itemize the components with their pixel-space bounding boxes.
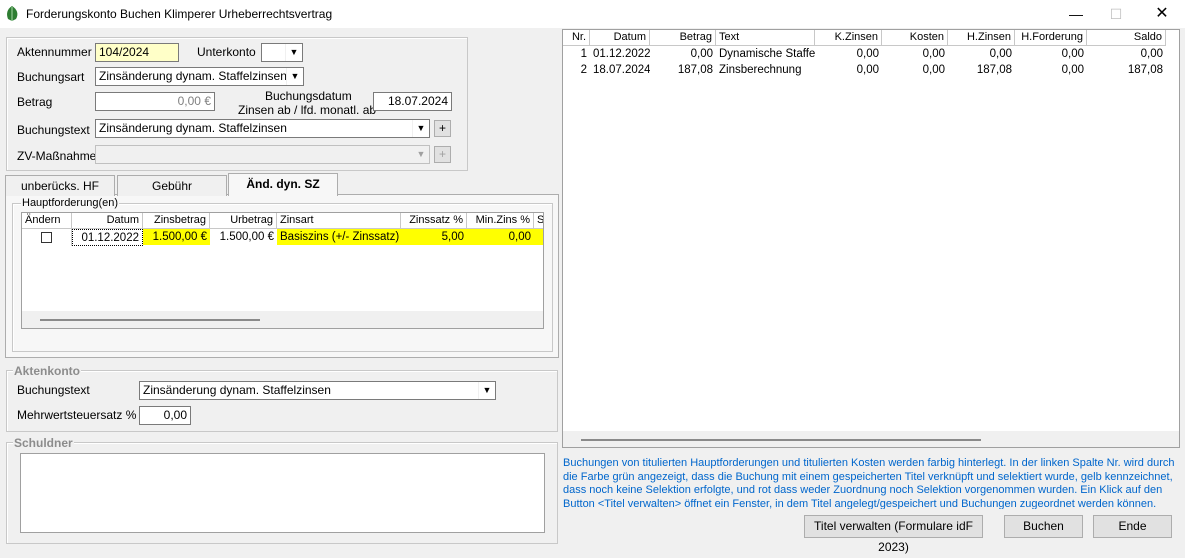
kosten-cell: 0,00 — [922, 48, 945, 60]
column-header[interactable]: H.Forderung — [1015, 30, 1087, 46]
zv-massnahme-label: ZV-Maßnahme — [17, 149, 97, 163]
kosten-cell: 0,00 — [922, 64, 945, 76]
zinsen-ab-label: Zinsen ab / lfd. monatl. ab — [238, 103, 377, 117]
close-button[interactable]: ✕ — [1139, 0, 1185, 28]
ende-button[interactable]: Ende — [1093, 515, 1172, 538]
scrollbar-thumb[interactable] — [40, 319, 260, 321]
betrag-field[interactable]: 0,00 € — [95, 92, 215, 111]
nr-cell: 1 — [580, 48, 587, 60]
buchen-button[interactable]: Buchen — [1004, 515, 1083, 538]
column-header[interactable]: Min.Zins % — [467, 213, 534, 229]
column-header[interactable]: Zinssatz % — [401, 213, 467, 229]
chevron-down-icon[interactable]: ▼ — [412, 146, 429, 163]
saldo-cell: 187,08 — [1127, 64, 1163, 76]
tab-aend-dyn-sz[interactable]: Änd. dyn. SZ — [228, 173, 338, 196]
aktennummer-label: Aktennummer — [17, 45, 92, 59]
table-row[interactable]: 01.12.2022 1.500,00 € 1.500,00 € Basiszi… — [22, 229, 543, 246]
text-cell: Dynamische Staffelz — [719, 48, 815, 60]
maximize-button[interactable]: ☐ — [1093, 0, 1139, 28]
aendern-checkbox[interactable] — [41, 232, 52, 243]
chevron-down-icon[interactable]: ▼ — [286, 68, 303, 85]
chevron-down-icon[interactable]: ▼ — [478, 382, 495, 399]
app-leaf-icon — [7, 6, 18, 21]
s-cell[interactable] — [534, 229, 543, 245]
add-buchungstext-button[interactable]: + — [434, 120, 451, 137]
kzinsen-cell: 0,00 — [856, 64, 879, 76]
table-row[interactable]: 1 01.12.2022 0,00 Dynamische Staffelz 0,… — [563, 46, 1166, 62]
column-header[interactable]: Nr. — [563, 30, 590, 46]
column-header[interactable]: Kosten — [882, 30, 948, 46]
hauptforderung-table: Ändern Datum Zinsbetrag Urbetrag Zinsart… — [21, 212, 544, 329]
table-row[interactable]: 2 18.07.2024 187,08 Zinsberechnung 0,00 … — [563, 62, 1166, 78]
zinssatz-cell[interactable]: 5,00 — [401, 229, 467, 245]
add-zv-button[interactable]: + — [434, 146, 451, 163]
title-bar: Forderungskonto Buchen Klimperer Urheber… — [0, 0, 1185, 28]
buchungsart-label: Buchungsart — [17, 70, 85, 84]
column-header[interactable]: Urbetrag — [210, 213, 277, 229]
hauptforderung-legend: Hauptforderung(en) — [21, 197, 120, 209]
column-header[interactable]: Saldo — [1087, 30, 1166, 46]
zinsart-cell[interactable]: Basiszins (+/- Zinssatz) — [277, 229, 401, 245]
window-title: Forderungskonto Buchen Klimperer Urheber… — [26, 7, 333, 21]
mwst-field[interactable]: 0,00 — [139, 406, 191, 425]
aktenkonto-buchungstext-value: Zinsänderung dynam. Staffelzinsen — [143, 383, 331, 397]
buchungsart-select[interactable]: Zinsänderung dynam. Staffelzinsen ▼ — [95, 67, 304, 86]
zinsbetrag-cell[interactable]: 1.500,00 € — [143, 229, 210, 245]
column-header[interactable]: Datum — [590, 30, 650, 46]
chevron-down-icon[interactable]: ▼ — [285, 44, 302, 61]
aktenkonto-legend: Aktenkonto — [13, 364, 81, 378]
chevron-down-icon[interactable]: ▼ — [412, 120, 429, 137]
unterkonto-select[interactable]: ▼ — [261, 43, 303, 62]
aktenkonto-buchungstext-select[interactable]: Zinsänderung dynam. Staffelzinsen ▼ — [139, 381, 496, 400]
aktenkonto-buchungstext-label: Buchungstext — [17, 383, 90, 397]
hzinsen-cell: 0,00 — [989, 48, 1012, 60]
zv-massnahme-select[interactable]: ▼ — [95, 145, 430, 164]
buchungsart-value: Zinsänderung dynam. Staffelzinsen — [99, 69, 287, 83]
hforderung-cell: 0,00 — [1061, 64, 1084, 76]
saldo-cell: 0,00 — [1140, 48, 1163, 60]
tab-unberuecks-hf[interactable]: unberücks. HF — [5, 175, 115, 196]
column-header[interactable]: H.Zinsen — [948, 30, 1015, 46]
kzinsen-cell: 0,00 — [856, 48, 879, 60]
column-header[interactable]: K.Zinsen — [815, 30, 882, 46]
minzins-cell[interactable]: 0,00 — [467, 229, 534, 245]
datum-cell[interactable]: 01.12.2022 — [72, 229, 143, 246]
datum-cell: 18.07.2024 — [593, 64, 650, 76]
column-header[interactable]: Text — [716, 30, 815, 46]
aktenkonto-group — [6, 370, 558, 432]
betrag-label: Betrag — [17, 95, 53, 109]
nr-cell: 2 — [580, 64, 587, 76]
buchungstext-select[interactable]: Zinsänderung dynam. Staffelzinsen ▼ — [95, 119, 430, 138]
aendern-cell[interactable] — [22, 229, 72, 246]
info-text: Buchungen von titulierten Hauptforderung… — [563, 457, 1175, 509]
mwst-label: Mehrwertsteuersatz % — [17, 408, 137, 422]
datum-cell: 01.12.2022 — [593, 48, 650, 60]
column-header[interactable]: S — [534, 213, 543, 229]
horizontal-scrollbar[interactable] — [22, 311, 543, 328]
bookings-table: Nr. Datum Betrag Text K.Zinsen Kosten H.… — [562, 29, 1180, 448]
urbetrag-cell[interactable]: 1.500,00 € — [210, 229, 277, 245]
column-header[interactable]: Betrag — [650, 30, 716, 46]
buchungstext-label: Buchungstext — [17, 123, 90, 137]
buchungsdatum-label: Buchungsdatum — [265, 89, 352, 103]
aktennummer-field[interactable]: 104/2024 — [95, 43, 179, 62]
betrag-cell: 0,00 — [690, 48, 713, 60]
column-header[interactable]: Datum — [72, 213, 143, 229]
scrollbar-thumb[interactable] — [581, 439, 981, 441]
tab-gebuehr[interactable]: Gebühr — [117, 175, 227, 196]
horizontal-scrollbar[interactable] — [563, 431, 1179, 447]
hforderung-cell: 0,00 — [1061, 48, 1084, 60]
buchungstext-value: Zinsänderung dynam. Staffelzinsen — [99, 121, 287, 135]
column-header[interactable]: Zinsbetrag — [143, 213, 210, 229]
betrag-cell: 187,08 — [677, 64, 713, 76]
buchungsdatum-field[interactable]: 18.07.2024 — [373, 92, 452, 111]
unterkonto-label: Unterkonto — [197, 45, 256, 59]
hzinsen-cell: 187,08 — [976, 64, 1012, 76]
text-cell: Zinsberechnung — [719, 64, 802, 76]
column-header[interactable]: Zinsart — [277, 213, 401, 229]
schuldner-textarea[interactable] — [20, 453, 545, 533]
column-header[interactable]: Ändern — [22, 213, 72, 229]
schuldner-legend: Schuldner — [13, 436, 74, 450]
titel-verwalten-button[interactable]: Titel verwalten (Formulare idF 2023) — [804, 515, 983, 554]
